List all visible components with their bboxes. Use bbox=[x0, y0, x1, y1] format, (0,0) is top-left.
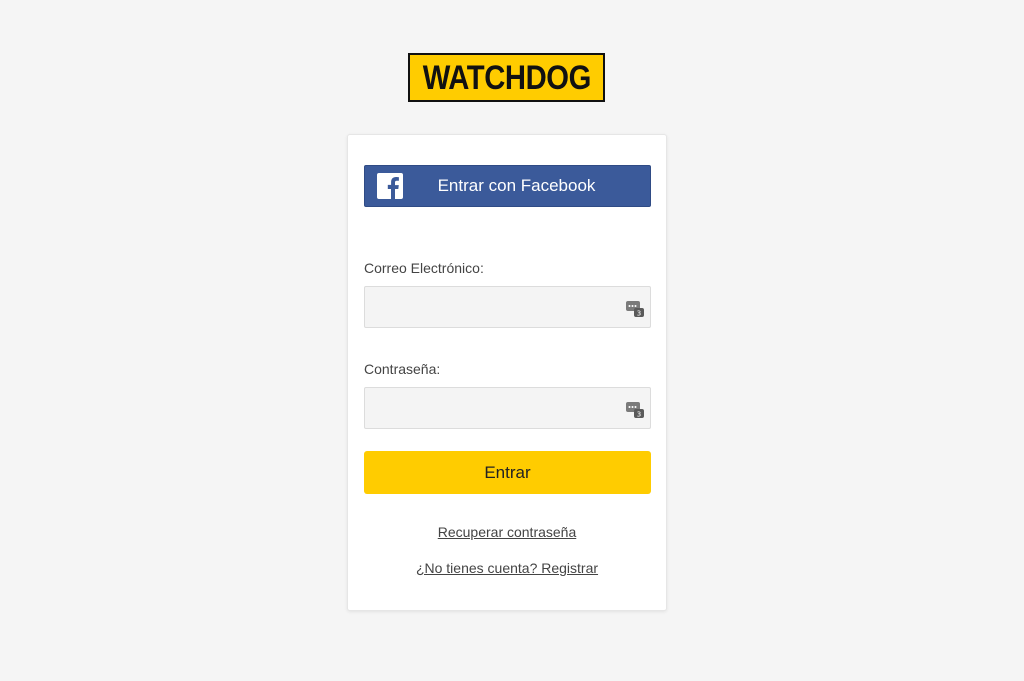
password-field[interactable] bbox=[365, 388, 650, 428]
watchdog-logo: WATCHDOG bbox=[408, 53, 605, 102]
login-card: Entrar con Facebook Correo Electrónico: … bbox=[347, 134, 667, 611]
login-button[interactable]: Entrar bbox=[364, 451, 651, 494]
recover-password-link[interactable]: Recuperar contraseña bbox=[348, 524, 666, 540]
password-label: Contraseña: bbox=[364, 361, 441, 377]
register-link[interactable]: ¿No tienes cuenta? Registrar bbox=[348, 560, 666, 576]
svg-text:3: 3 bbox=[637, 310, 641, 318]
email-field[interactable] bbox=[365, 287, 650, 327]
password-manager-icon[interactable]: 3 bbox=[626, 299, 644, 318]
email-label: Correo Electrónico: bbox=[364, 260, 484, 276]
facebook-login-button[interactable]: Entrar con Facebook bbox=[364, 165, 651, 207]
facebook-icon bbox=[377, 173, 403, 199]
logo-text: WATCHDOG bbox=[422, 58, 591, 97]
password-field-wrap: 3 bbox=[364, 387, 651, 429]
svg-text:3: 3 bbox=[637, 411, 641, 419]
password-manager-icon[interactable]: 3 bbox=[626, 400, 644, 419]
facebook-login-label: Entrar con Facebook bbox=[437, 176, 596, 195]
email-field-wrap: 3 bbox=[364, 286, 651, 328]
